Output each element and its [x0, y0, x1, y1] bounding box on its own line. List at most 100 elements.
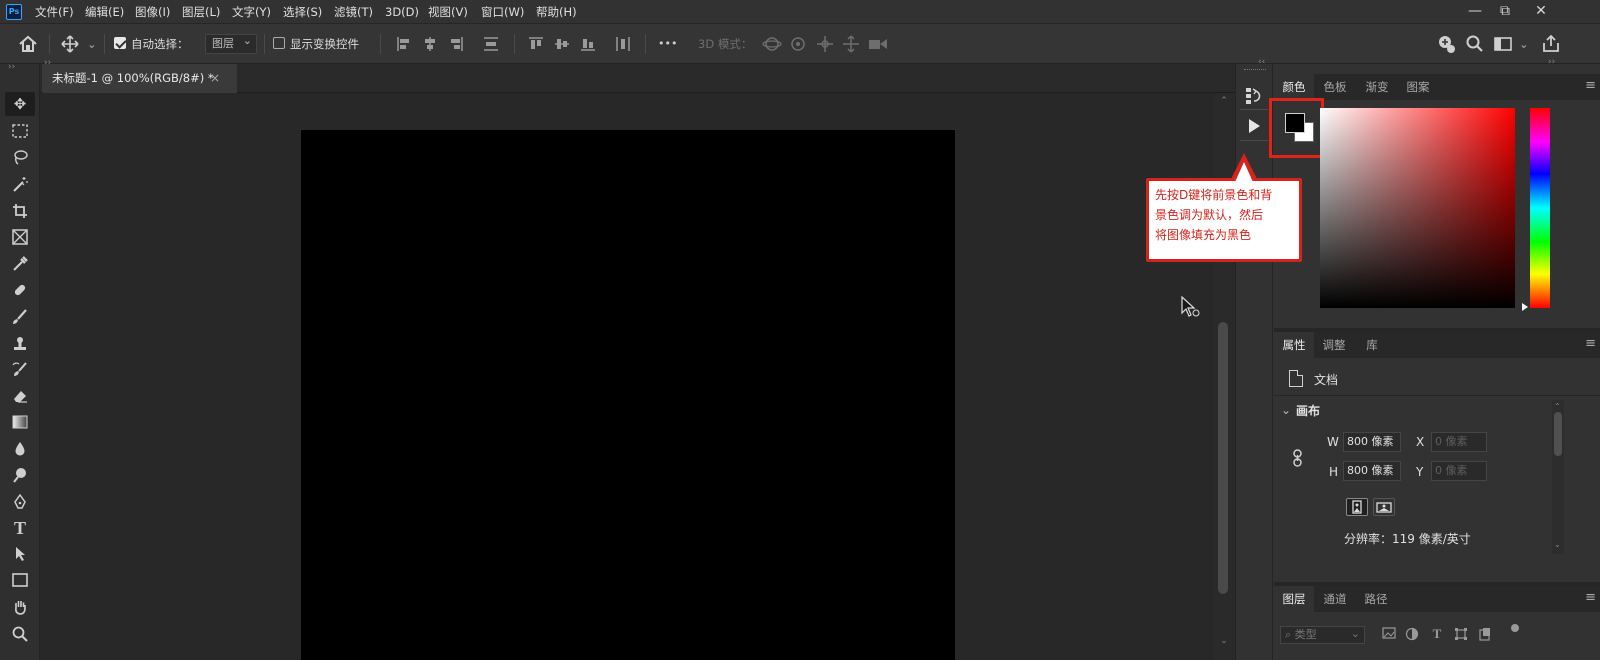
scroll-down-icon[interactable]: ⌄ — [1219, 636, 1229, 646]
type-tool[interactable]: T — [5, 516, 35, 540]
home-icon[interactable] — [18, 34, 38, 54]
align-bottom-icon[interactable] — [580, 36, 596, 52]
properties-scroll-up-icon[interactable]: ⌃ — [1554, 402, 1561, 411]
canvas-section-chevron-icon[interactable]: ⌄ — [1281, 403, 1291, 417]
show-transform-checkbox[interactable] — [273, 37, 285, 49]
frame-tool[interactable] — [5, 225, 35, 249]
foreground-color-swatch[interactable] — [1285, 113, 1305, 133]
filter-toggle-icon[interactable] — [1511, 624, 1519, 632]
pen-tool[interactable] — [5, 490, 35, 514]
rectangle-tool[interactable] — [5, 568, 35, 592]
hue-slider-pointer-icon[interactable] — [1522, 303, 1528, 311]
tab-channels[interactable]: 通道 — [1314, 586, 1356, 612]
menu-view[interactable]: 视图(V) — [428, 0, 468, 24]
layer-filter-dropdown[interactable]: ⌕ 类型 ⌄ — [1280, 626, 1365, 644]
properties-scroll-down-icon[interactable]: ⌄ — [1554, 540, 1561, 549]
share-export-icon[interactable] — [1541, 34, 1561, 54]
menu-filter[interactable]: 滤镜(T) — [334, 0, 373, 24]
eyedropper-tool[interactable] — [5, 252, 35, 276]
blur-tool[interactable] — [5, 437, 35, 461]
portrait-orientation-button[interactable] — [1346, 498, 1368, 516]
toolbar-collapse-icon[interactable]: ›› — [8, 62, 15, 72]
menu-3d[interactable]: 3D(D) — [385, 0, 419, 24]
y-field[interactable]: 0 像素 — [1431, 461, 1487, 481]
tab-adjustments[interactable]: 调整 — [1314, 332, 1354, 358]
align-top-icon[interactable] — [528, 36, 544, 52]
filter-smart-object-icon[interactable] — [1478, 627, 1492, 641]
filter-adjustment-icon[interactable] — [1405, 627, 1419, 641]
layers-panel-menu-icon[interactable]: ≡ — [1585, 590, 1596, 605]
menu-layer[interactable]: 图层(L) — [182, 0, 220, 24]
tab-swatches[interactable]: 色板 — [1314, 74, 1356, 100]
lasso-tool[interactable] — [5, 145, 35, 169]
gradient-tool[interactable] — [5, 410, 35, 434]
properties-scrollbar-thumb[interactable] — [1554, 412, 1562, 456]
menu-image[interactable]: 图像(I) — [135, 0, 170, 24]
healing-brush-tool[interactable] — [5, 278, 35, 302]
tab-properties[interactable]: 属性 — [1274, 332, 1314, 358]
hue-slider[interactable] — [1530, 108, 1550, 308]
scroll-up-icon[interactable]: ⌃ — [1219, 96, 1229, 106]
align-left-icon[interactable] — [396, 36, 412, 52]
align-horizontal-center-icon[interactable] — [422, 36, 438, 52]
3d-scale-icon[interactable] — [868, 35, 888, 53]
collapse-dock-icon[interactable]: ›› — [1548, 57, 1555, 67]
width-field[interactable]: 800 像素 — [1343, 432, 1401, 452]
restore-button[interactable]: ⧉ — [1488, 0, 1522, 24]
tab-layers[interactable]: 图层 — [1274, 586, 1314, 612]
move-tool[interactable]: ✥ — [5, 92, 35, 116]
share-collaborate-icon[interactable] — [1436, 34, 1456, 54]
dodge-tool[interactable] — [5, 463, 35, 487]
crop-tool[interactable] — [5, 199, 35, 223]
tab-patterns[interactable]: 图案 — [1398, 74, 1438, 100]
3d-roll-icon[interactable] — [789, 35, 807, 53]
collapse-panels-icon[interactable]: ‹‹ — [1258, 57, 1265, 67]
color-picker-field[interactable] — [1320, 108, 1515, 308]
eraser-tool[interactable] — [5, 384, 35, 408]
auto-select-target-dropdown[interactable]: 图层 — [205, 32, 257, 54]
close-document-tab-icon[interactable]: × — [210, 66, 224, 90]
search-icon[interactable] — [1465, 34, 1485, 54]
chevron-down-icon[interactable]: ⌄ — [87, 35, 97, 53]
3d-slide-icon[interactable] — [842, 35, 860, 53]
vertical-scrollbar-thumb[interactable] — [1218, 322, 1228, 594]
tab-color[interactable]: 颜色 — [1274, 74, 1314, 100]
document-tab[interactable]: 未标题-1 @ 100%(RGB/8#) * — [42, 64, 237, 93]
properties-panel-menu-icon[interactable]: ≡ — [1585, 336, 1596, 351]
landscape-orientation-button[interactable] — [1373, 498, 1395, 516]
hand-tool[interactable] — [5, 595, 35, 619]
tab-libraries[interactable]: 库 — [1354, 332, 1390, 358]
menu-file[interactable]: 文件(F) — [35, 0, 74, 24]
minimize-button[interactable]: — — [1458, 0, 1492, 24]
document-canvas[interactable] — [301, 130, 955, 660]
history-brush-tool[interactable] — [5, 358, 35, 382]
close-window-button[interactable]: ✕ — [1524, 0, 1558, 24]
distribute-vertical-icon[interactable] — [483, 36, 499, 52]
tab-paths[interactable]: 路径 — [1356, 586, 1396, 612]
workspace-chevron-down-icon[interactable]: ⌄ — [1519, 35, 1529, 53]
3d-orbit-icon[interactable] — [762, 35, 782, 53]
menu-select[interactable]: 选择(S) — [283, 0, 322, 24]
rectangular-marquee-tool[interactable] — [5, 119, 35, 143]
3d-pan-icon[interactable] — [816, 35, 834, 53]
filter-type-icon[interactable]: T — [1430, 627, 1444, 641]
canvas-section-title[interactable]: 画布 — [1296, 402, 1320, 419]
more-options-button[interactable]: ••• — [658, 35, 677, 53]
actions-panel-play-icon[interactable] — [1244, 116, 1264, 136]
workspace-icon[interactable] — [1494, 35, 1512, 53]
color-panel-menu-icon[interactable]: ≡ — [1585, 78, 1596, 93]
history-panel-icon[interactable] — [1244, 86, 1264, 106]
x-field[interactable]: 0 像素 — [1431, 432, 1487, 452]
brush-tool[interactable] — [5, 305, 35, 329]
auto-select-checkbox[interactable] — [114, 37, 126, 49]
distribute-horizontal-icon[interactable] — [615, 36, 631, 52]
filter-pixel-icon[interactable] — [1382, 627, 1396, 641]
filter-shape-icon[interactable] — [1454, 627, 1468, 641]
menu-help[interactable]: 帮助(H) — [536, 0, 577, 24]
move-tool-icon[interactable] — [60, 34, 80, 54]
menu-window[interactable]: 窗口(W) — [481, 0, 524, 24]
menu-edit[interactable]: 编辑(E) — [85, 0, 124, 24]
align-right-icon[interactable] — [448, 36, 464, 52]
align-vertical-center-icon[interactable] — [554, 36, 570, 52]
height-field[interactable]: 800 像素 — [1343, 461, 1401, 481]
